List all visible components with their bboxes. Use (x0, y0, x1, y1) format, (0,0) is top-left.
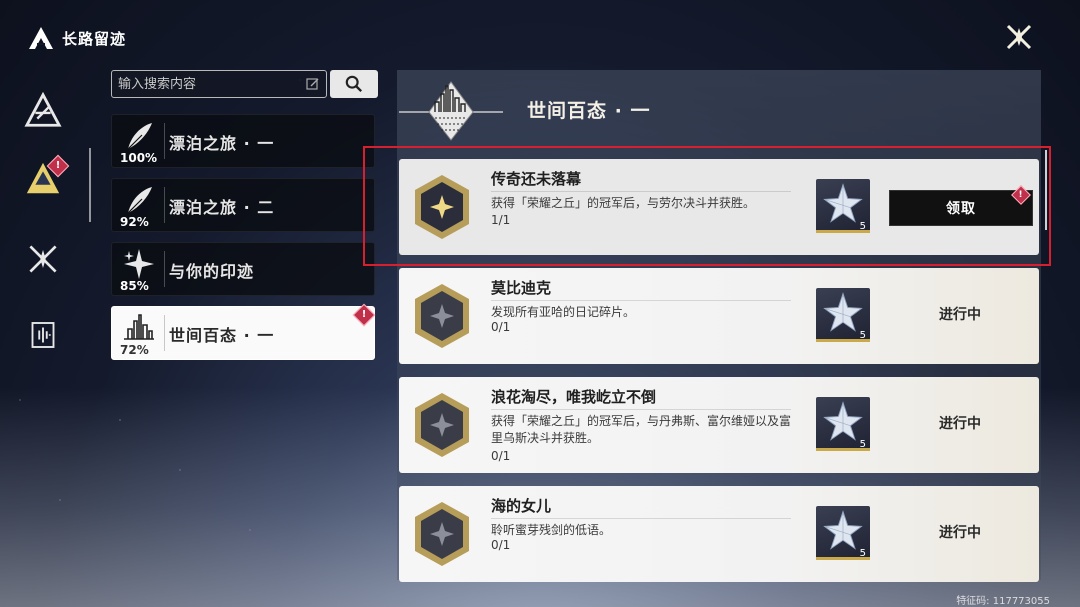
reward-item[interactable]: 5 (816, 397, 870, 451)
category-label: 漂泊之旅 · 二 (169, 198, 275, 217)
achievement-divider (491, 518, 791, 519)
achievement-progress: 0/1 (491, 320, 511, 334)
achievement-title: 海的女儿 (491, 497, 552, 515)
achievement-description: 聆听蜜芽残剑的低语。 (491, 523, 612, 537)
search-box (111, 70, 327, 98)
edit-icon (306, 78, 319, 90)
achievement-divider (491, 409, 791, 410)
reward-rarity-bar (816, 557, 870, 560)
category-label: 世间百态 · 一 (169, 326, 275, 345)
reward-item[interactable]: 5 (816, 179, 870, 233)
category-label: 与你的印迹 (169, 262, 255, 281)
crossed-swords-icon (29, 245, 57, 273)
search-button[interactable] (330, 70, 378, 98)
achievement-title: 莫比迪克 (491, 279, 552, 297)
close-button[interactable] (1004, 22, 1034, 52)
achievement-card: 海的女儿 聆听蜜芽残剑的低语。 0/1 5 进行中 (399, 486, 1039, 582)
scrollbar[interactable] (1045, 150, 1047, 230)
app-logo-icon (29, 27, 53, 49)
sparkle-icon (124, 249, 154, 279)
feather-icon (127, 187, 152, 214)
triangle-emblem-icon (24, 92, 62, 127)
close-icon (1006, 24, 1032, 50)
rail-item-achievements[interactable]: ! (20, 154, 70, 202)
category-label: 漂泊之旅 · 一 (169, 134, 275, 153)
achievement-progress: 0/1 (491, 449, 511, 463)
panel-title: 世间百态 · 一 (527, 100, 651, 122)
category-item[interactable]: 85% 与你的印迹 (111, 242, 375, 296)
achievement-card: 莫比迪克 发现所有亚哈的日记碎片。 0/1 5 进行中 (399, 268, 1039, 364)
category-item[interactable]: 100% 漂泊之旅 · 一 (111, 114, 375, 168)
category-item[interactable]: 92% 漂泊之旅 · 二 (111, 178, 375, 232)
achievement-description: 获得「荣耀之丘」的冠军后，与劳尔决斗并获胜。 (491, 196, 756, 210)
reward-rarity-bar (816, 339, 870, 342)
status-in-progress: 进行中 (939, 307, 981, 323)
app-title: 长路留迹 (62, 29, 127, 48)
player-uid: 特征码: 117773055 (956, 596, 1050, 607)
achievement-progress: 1/1 (491, 213, 511, 227)
audio-waveform-icon (31, 322, 55, 348)
achievement-card: 传奇还未落幕 获得「荣耀之丘」的冠军后，与劳尔决斗并获胜。 1/1 5 领取 ! (399, 159, 1039, 255)
achievement-progress: 0/1 (491, 538, 511, 552)
category-alert-badge: ! (352, 303, 376, 327)
category-percent: 92% (120, 215, 149, 229)
status-in-progress: 进行中 (939, 525, 981, 541)
achievement-description: 发现所有亚哈的日记碎片。 (491, 305, 636, 319)
category-percent: 100% (120, 151, 158, 165)
category-separator (164, 123, 165, 159)
claim-button[interactable]: 领取 ! (889, 185, 1033, 226)
reward-rarity-bar (816, 448, 870, 451)
status-in-progress: 进行中 (939, 416, 981, 432)
reward-item[interactable]: 5 (816, 288, 870, 342)
reward-item[interactable]: 5 (816, 506, 870, 560)
search-input[interactable] (112, 75, 306, 93)
medal-icon (415, 175, 469, 239)
category-separator (164, 187, 165, 223)
category-percent: 72% (120, 343, 149, 357)
achievement-divider (491, 191, 791, 192)
feather-icon (127, 123, 152, 150)
achievement-divider (491, 300, 791, 301)
city-skyline-emblem (399, 81, 503, 141)
achievement-card: 浪花淘尽，唯我屹立不倒 获得「荣耀之丘」的冠军后，与丹弗斯、富尔维娅以及富里乌斯… (399, 377, 1039, 473)
medal-icon (415, 284, 469, 348)
panel-header: 世间百态 · 一 (397, 70, 1041, 148)
app-header: 长路留迹 (28, 26, 126, 50)
claim-label: 领取 (946, 201, 976, 217)
category-percent: 85% (120, 279, 149, 293)
category-separator (164, 251, 165, 287)
medal-icon (415, 393, 469, 457)
achievement-title: 浪花淘尽，唯我屹立不倒 (491, 388, 657, 406)
rail-item-audio[interactable] (20, 312, 66, 358)
achievement-description: 获得「荣耀之丘」的冠军后，与丹弗斯、富尔维娅以及富里乌斯决斗并获胜。 (491, 414, 792, 445)
rail-item-overview[interactable] (20, 88, 66, 134)
achievement-title: 传奇还未落幕 (491, 170, 582, 188)
city-icon (124, 314, 154, 340)
rail-item-combat[interactable] (20, 236, 66, 282)
category-separator (164, 315, 165, 351)
search-icon (345, 75, 363, 93)
medal-icon (415, 502, 469, 566)
category-item-active[interactable]: 72% 世间百态 · 一 ! (111, 303, 376, 360)
claim-alert-badge: ! (1011, 185, 1031, 205)
reward-rarity-bar (816, 230, 870, 233)
rail-selection-indicator (89, 148, 91, 222)
